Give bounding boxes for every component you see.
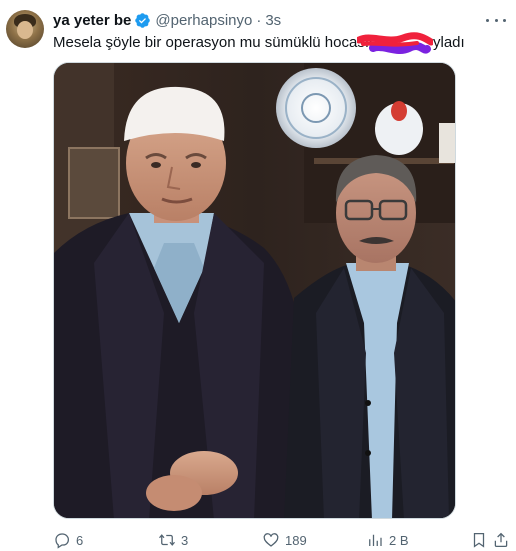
tweet-text: Mesela şöyle bir operasyon mu sümüklü ho… [53,34,382,51]
timestamp[interactable]: 3s [265,12,281,29]
views-count: 2 B [389,532,409,548]
share-button[interactable] [492,530,510,550]
tweet-header: ya yeter be @perhapsinyo · 3s [53,11,281,29]
tweet[interactable]: ya yeter be @perhapsinyo · 3s Mesela şöy… [0,0,516,551]
bookmark-button[interactable] [470,530,488,550]
views-button[interactable]: 2 B [366,530,409,550]
more-icon[interactable] [486,12,506,28]
bookmark-icon [473,532,485,548]
tweet-photo[interactable] [53,62,456,519]
reply-button[interactable]: 6 [53,530,83,550]
reply-count: 6 [76,532,84,548]
display-name[interactable]: ya yeter be [53,12,131,29]
like-count: 189 [285,532,307,548]
reply-icon [55,533,70,549]
views-icon [369,534,382,546]
tweet-text-tail: yladı [433,34,465,51]
like-icon [263,533,279,547]
tweet-actions: 6 3 189 2 B [53,530,508,550]
share-icon [494,532,508,548]
verified-badge-icon [135,12,151,28]
avatar[interactable] [6,10,44,48]
handle[interactable]: @perhapsinyo [155,12,252,29]
retweet-count: 3 [181,532,189,548]
like-button[interactable]: 189 [262,530,307,550]
retweet-button[interactable]: 3 [158,530,188,550]
retweet-icon [159,534,175,546]
separator-dot: · [256,11,262,29]
